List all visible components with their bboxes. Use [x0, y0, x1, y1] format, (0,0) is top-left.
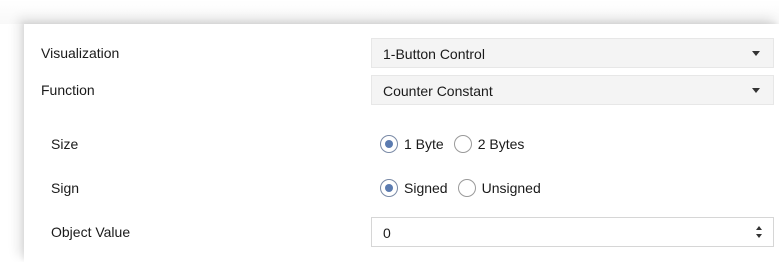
sign-option-unsigned[interactable]: Unsigned [457, 179, 541, 197]
size-option-2-bytes[interactable]: 2 Bytes [453, 135, 525, 153]
radio-checked-icon[interactable] [380, 135, 398, 153]
size-option-label[interactable]: 2 Bytes [478, 136, 525, 152]
radio-unchecked-icon[interactable] [457, 179, 476, 197]
top-fade [0, 0, 779, 24]
spin-down-icon[interactable] [756, 234, 762, 238]
parameter-panel: Visualization 1-Button Control Function … [24, 24, 779, 262]
sign-option-signed[interactable]: Signed [380, 179, 448, 197]
size-radio-group: 1 Byte 2 Bytes [380, 135, 534, 153]
sign-label: Sign [51, 180, 80, 196]
object-value-label: Object Value [51, 224, 131, 240]
chevron-down-icon [752, 88, 760, 93]
spin-up-icon[interactable] [756, 226, 762, 230]
size-label: Size [51, 136, 79, 152]
radio-unchecked-icon[interactable] [453, 135, 472, 153]
sign-option-label[interactable]: Signed [404, 180, 448, 196]
size-option-1-byte[interactable]: 1 Byte [380, 135, 444, 153]
visualization-dropdown[interactable]: 1-Button Control [371, 38, 774, 68]
visualization-label: Visualization [41, 45, 120, 61]
sign-row: Sign Signed Unsigned [24, 169, 779, 207]
visualization-row: Visualization 1-Button Control [24, 34, 779, 72]
radio-checked-icon[interactable] [380, 179, 398, 197]
object-value-spinbox[interactable]: 0 [371, 217, 774, 247]
function-dropdown[interactable]: Counter Constant [371, 75, 774, 105]
function-label: Function [41, 82, 95, 98]
size-option-label[interactable]: 1 Byte [404, 136, 444, 152]
chevron-down-icon [752, 51, 760, 56]
object-value-row: Object Value 0 [24, 213, 779, 251]
size-row: Size 1 Byte 2 Bytes [24, 125, 779, 163]
function-value: Counter Constant [383, 83, 493, 99]
object-value-input[interactable]: 0 [383, 225, 391, 241]
visualization-value: 1-Button Control [383, 46, 485, 62]
sign-radio-group: Signed Unsigned [380, 179, 551, 197]
function-row: Function Counter Constant [24, 71, 779, 109]
sign-option-label[interactable]: Unsigned [482, 180, 541, 196]
